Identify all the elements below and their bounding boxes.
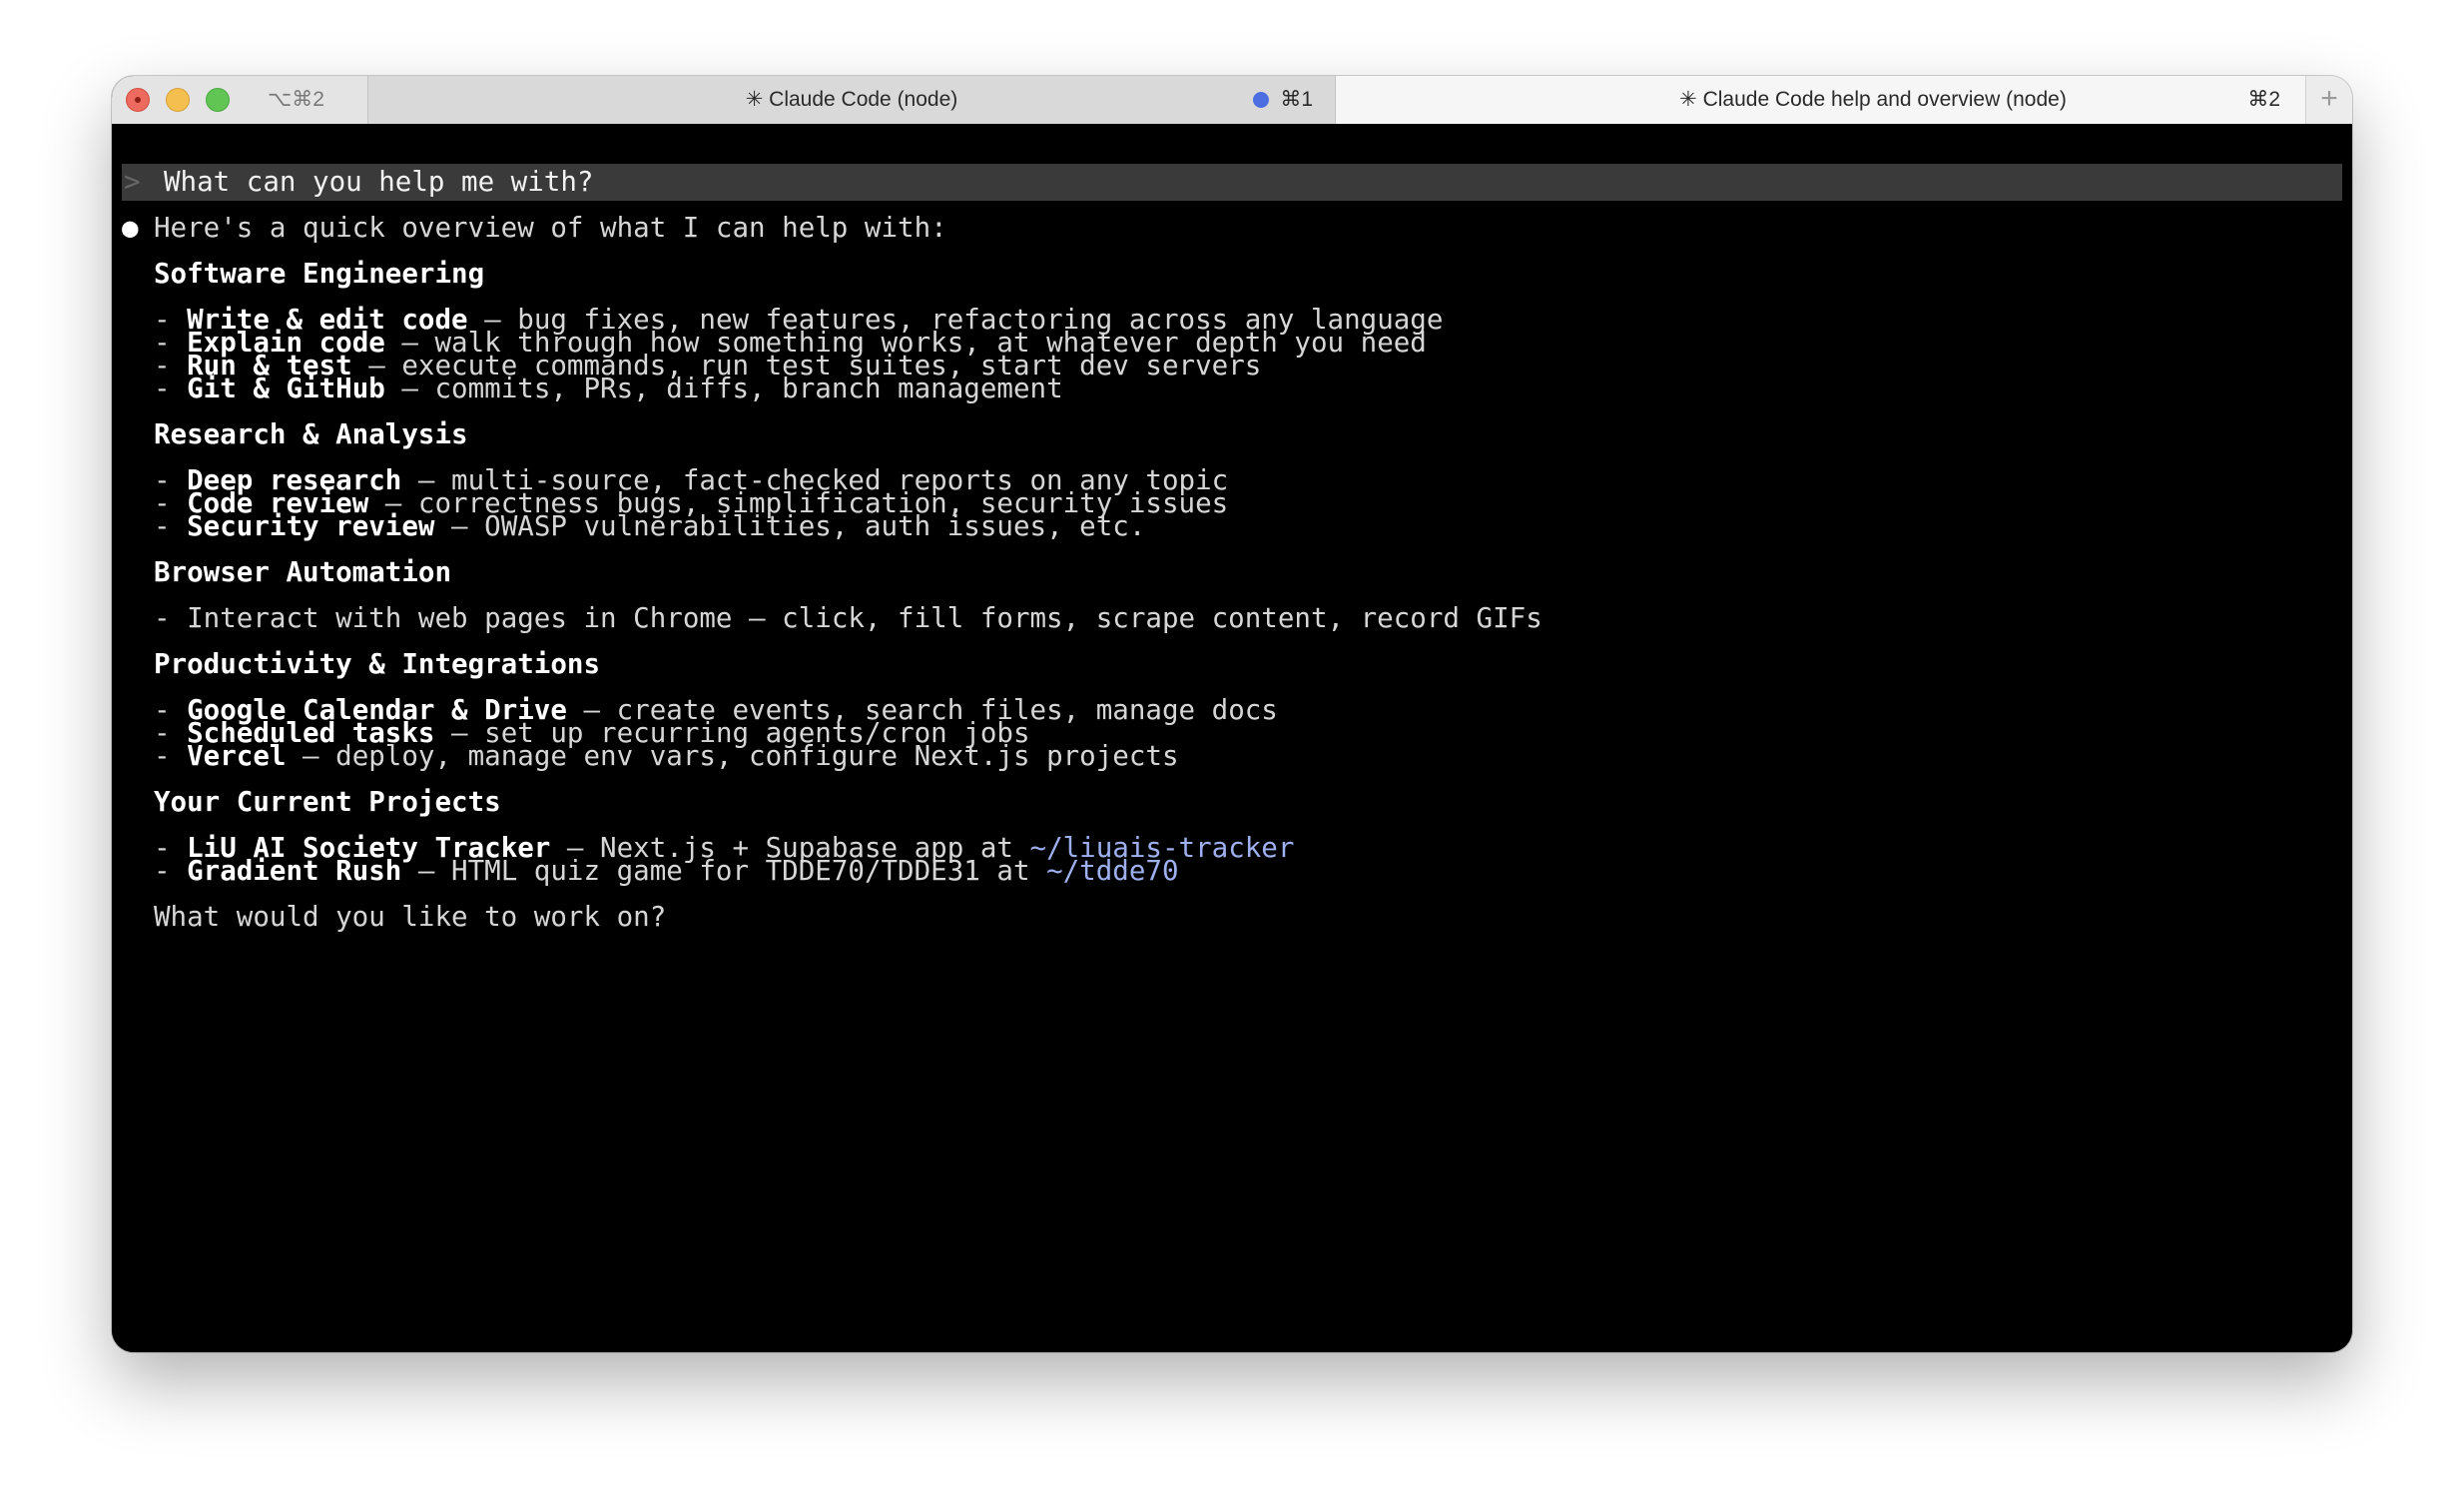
list-item: - Vercel – deploy, manage env vars, conf… [154,740,1179,772]
tab-title: ✳ Claude Code help and overview (node) [1679,88,2067,111]
section-heading: Browser Automation [154,556,452,588]
list-item: - Gradient Rush – HTML quiz game for TDD… [154,855,1179,887]
tab-shortcut: ⌘2 [2247,88,2280,111]
item-description: – commits, PRs, diffs, branch management [384,373,1063,404]
response-bullet-icon: ● [122,212,139,244]
item-title: Git & GitHub [187,373,385,404]
terminal-output[interactable]: > What can you help me with? ● Here's a … [112,124,2352,1352]
item-title: Gradient Rush [187,855,402,887]
title-bar: ⌥⌘2 ✳ Claude Code (node) ⌘1 ✳ Claude Cod… [112,76,2352,125]
item-title: Security review [187,510,435,542]
tab-title: ✳ Claude Code (node) [745,88,958,111]
project-path-link[interactable]: ~/tdde70 [1046,855,1178,887]
tab-claude-code[interactable]: ✳ Claude Code (node) ⌘1 [367,76,1336,124]
section-heading: Productivity & Integrations [154,648,601,680]
zoom-window-button[interactable] [206,88,230,112]
prompt-text: What can you help me with? [164,166,594,198]
prompt-chevron-icon: > [124,166,141,198]
section-heading: Research & Analysis [154,418,468,450]
list-item: - Interact with web pages in Chrome – cl… [154,602,1542,634]
list-item: - Security review – OWASP vulnerabilitie… [154,510,1146,542]
section-heading: Software Engineering [154,258,485,290]
tab-shortcut: ⌘1 [1280,88,1313,111]
response-intro: Here's a quick overview of what I can he… [154,212,947,244]
user-prompt: > What can you help me with? [122,164,2342,201]
new-tab-button[interactable]: + [2305,76,2352,124]
item-description: – OWASP vulnerabilities, auth issues, et… [434,510,1146,542]
close-window-button[interactable] [126,88,150,112]
list-item: - Git & GitHub – commits, PRs, diffs, br… [154,373,1063,404]
tab-claude-code-help[interactable]: ✳ Claude Code help and overview (node) ⌘… [1336,76,2352,124]
item-description: – HTML quiz game for TDDE70/TDDE31 at [401,855,1047,887]
item-description: – deploy, manage env vars, configure Nex… [286,740,1179,772]
item-description: Interact with web pages in Chrome – clic… [187,602,1542,634]
item-title: Vercel [187,740,287,772]
section-heading: Your Current Projects [154,786,501,818]
activity-dot-icon [1253,92,1269,108]
minimize-window-button[interactable] [166,88,190,112]
window-shortcut-label: ⌥⌘2 [268,88,324,111]
closing-question: What would you like to work on? [154,901,667,933]
terminal-window: ⌥⌘2 ✳ Claude Code (node) ⌘1 ✳ Claude Cod… [112,76,2352,1352]
